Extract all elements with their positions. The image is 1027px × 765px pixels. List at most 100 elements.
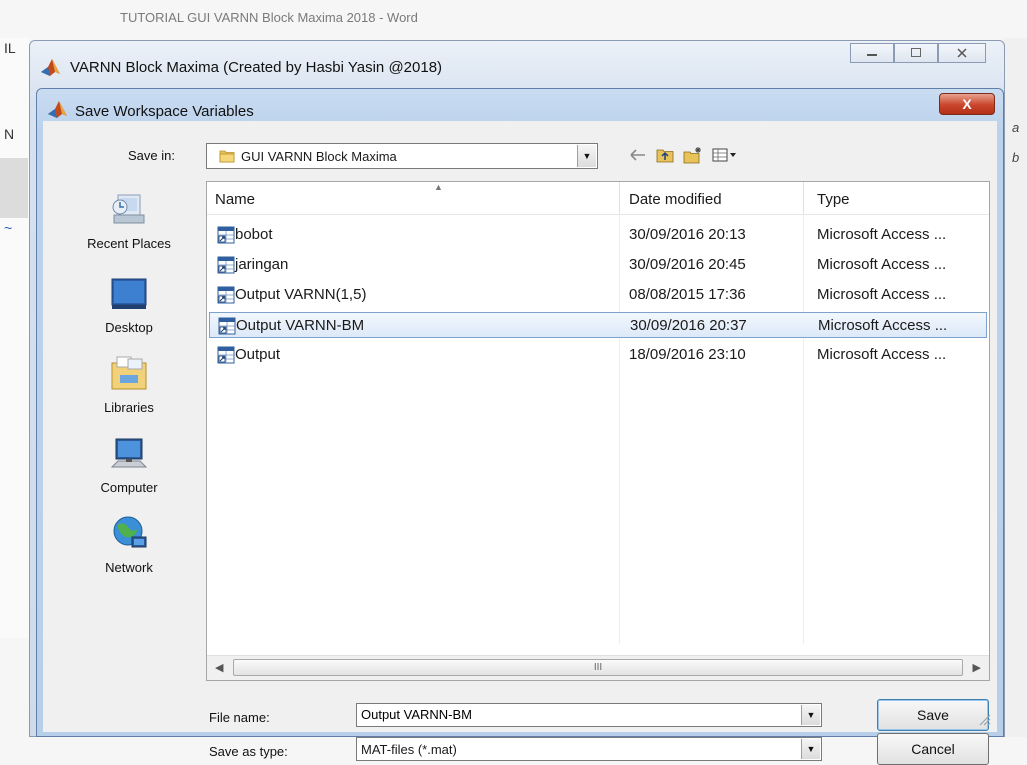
save-in-dropdown[interactable]: GUI VARNN Block Maxima ▼ xyxy=(206,143,598,169)
file-date-cell: 18/09/2016 23:10 xyxy=(629,346,746,363)
save-in-label: Save in: xyxy=(128,148,175,163)
file-type-cell: Microsoft Access ... xyxy=(817,256,947,273)
file-type-cell: Microsoft Access ... xyxy=(818,317,948,334)
column-separator[interactable] xyxy=(619,182,620,214)
file-type-cell: Microsoft Access ... xyxy=(817,346,947,363)
place-label-network: Network xyxy=(105,560,153,575)
view-menu-icon[interactable] xyxy=(711,143,741,167)
word-left-glyph-1: IL xyxy=(4,40,16,56)
app-window-controls xyxy=(850,43,986,63)
word-left-glyph-2: N xyxy=(4,126,15,142)
up-folder-icon[interactable] xyxy=(653,143,677,167)
column-guide xyxy=(619,214,620,644)
file-list[interactable]: ▲ Name Date modified Type bobot 30/09/201… xyxy=(206,181,990,681)
save-as-type-value: MAT-files (*.mat) xyxy=(361,742,457,757)
file-row[interactable]: jaringan 30/09/2016 20:45 Microsoft Access… xyxy=(209,252,987,278)
close-icon xyxy=(957,48,967,58)
place-libraries[interactable]: Libraries xyxy=(59,353,199,415)
file-name-field[interactable]: ▼ xyxy=(356,703,822,727)
file-date-cell: 30/09/2016 20:45 xyxy=(629,256,746,273)
word-right-strip: a b xyxy=(1004,38,1027,737)
close-icon: X xyxy=(962,96,972,112)
mat-file-icon xyxy=(217,286,235,304)
chevron-down-icon[interactable]: ▼ xyxy=(801,705,820,725)
column-separator[interactable] xyxy=(803,182,804,214)
dialog-matlab-icon xyxy=(48,101,67,118)
resize-grip-icon[interactable] xyxy=(977,712,991,726)
maximize-icon xyxy=(911,48,921,57)
word-right-glyph-1: a xyxy=(1012,120,1020,135)
minimize-icon xyxy=(867,54,877,56)
place-label-computer: Computer xyxy=(100,480,158,495)
scroll-right-icon[interactable]: ▶ xyxy=(973,661,981,674)
new-folder-icon[interactable] xyxy=(681,143,705,167)
save-in-value: GUI VARNN Block Maxima xyxy=(241,149,397,164)
file-name-label: File name: xyxy=(209,710,270,725)
computer-icon xyxy=(110,438,148,468)
dialog-close-button[interactable]: X xyxy=(939,93,995,115)
column-guide xyxy=(803,214,804,644)
mat-file-icon xyxy=(217,346,235,364)
file-date-cell: 30/09/2016 20:37 xyxy=(630,317,747,334)
chevron-down-icon[interactable]: ▼ xyxy=(801,739,820,759)
horizontal-scrollbar[interactable]: ◀ III ▶ xyxy=(207,655,989,680)
dialog-body: Save in: GUI VARNN Block Maxima ▼ Recent… xyxy=(43,121,997,765)
scroll-left-icon[interactable]: ◀ xyxy=(215,661,223,674)
file-date-cell: 30/09/2016 20:13 xyxy=(629,226,746,243)
network-icon xyxy=(113,516,147,548)
save-as-type-dropdown[interactable]: MAT-files (*.mat) ▼ xyxy=(356,737,822,761)
word-right-glyph-2: b xyxy=(1012,150,1020,165)
word-ribbon-fragment xyxy=(0,158,28,218)
place-label-desktop: Desktop xyxy=(105,320,153,335)
minimize-button[interactable] xyxy=(850,43,894,63)
sort-ascending-icon: ▲ xyxy=(434,182,443,192)
mat-file-icon xyxy=(217,256,235,274)
file-name-input[interactable] xyxy=(361,707,761,722)
place-recent-places[interactable]: Recent Places xyxy=(59,189,199,251)
save-workspace-dialog: Save Workspace Variables X Save in: GUI … xyxy=(36,88,1004,765)
file-name-cell: Output VARNN(1,5) xyxy=(235,286,367,303)
place-label-libraries: Libraries xyxy=(104,400,154,415)
file-name-cell: Output xyxy=(235,346,281,363)
app-window-title: VARNN Block Maxima (Created by Hasbi Yas… xyxy=(70,59,443,76)
scroll-thumb-grip: III xyxy=(593,662,603,673)
matlab-icon xyxy=(41,59,60,76)
desktop-icon xyxy=(111,278,147,309)
file-name-cell: jaringan xyxy=(235,256,289,273)
recent-places-icon xyxy=(112,194,145,224)
column-header-date[interactable]: Date modified xyxy=(629,191,722,208)
maximize-button[interactable] xyxy=(894,43,938,63)
app-close-button[interactable] xyxy=(938,43,986,63)
chevron-down-icon[interactable]: ▼ xyxy=(577,145,596,167)
folder-icon xyxy=(219,150,235,163)
save-button[interactable]: Save xyxy=(877,699,989,731)
column-header-name[interactable]: Name xyxy=(215,191,255,208)
dialog-title: Save Workspace Variables xyxy=(75,103,254,120)
mat-file-icon xyxy=(217,226,235,244)
file-row[interactable]: Output VARNN(1,5) 08/08/2015 17:36 Microso… xyxy=(209,282,987,308)
back-arrow-icon[interactable] xyxy=(627,143,649,167)
libraries-icon xyxy=(111,356,147,390)
word-left-glyph-3: ~ xyxy=(4,220,13,236)
file-date-cell: 08/08/2015 17:36 xyxy=(629,286,746,303)
column-headers: ▲ Name Date modified Type xyxy=(207,182,989,215)
place-computer[interactable]: Computer xyxy=(59,433,199,495)
file-name-cell: Output VARNN-BM xyxy=(236,317,365,334)
mat-file-icon xyxy=(218,317,236,335)
scroll-thumb[interactable]: III xyxy=(233,659,963,676)
cancel-button[interactable]: Cancel xyxy=(877,733,989,765)
file-type-cell: Microsoft Access ... xyxy=(817,226,947,243)
file-row[interactable]: Output VARNN-BM 30/09/2016 20:37 Microsoft… xyxy=(209,312,987,338)
file-name-cell: bobot xyxy=(235,226,273,243)
place-label-recent-places: Recent Places xyxy=(87,236,171,251)
file-type-cell: Microsoft Access ... xyxy=(817,286,947,303)
place-desktop[interactable]: Desktop xyxy=(59,273,199,335)
file-row[interactable]: bobot 30/09/2016 20:13 Microsoft Access ..… xyxy=(209,222,987,248)
file-row[interactable]: Output 18/09/2016 23:10 Microsoft Access .… xyxy=(209,342,987,368)
word-title: TUTORIAL GUI VARNN Block Maxima 2018 - W… xyxy=(120,10,418,25)
word-left-strip: IL N ~ xyxy=(0,38,30,638)
save-as-type-label: Save as type: xyxy=(209,744,288,759)
places-bar: Recent Places Desktop Libraries Computer… xyxy=(59,181,199,681)
place-network[interactable]: Network xyxy=(59,513,199,575)
column-header-type[interactable]: Type xyxy=(817,191,850,208)
